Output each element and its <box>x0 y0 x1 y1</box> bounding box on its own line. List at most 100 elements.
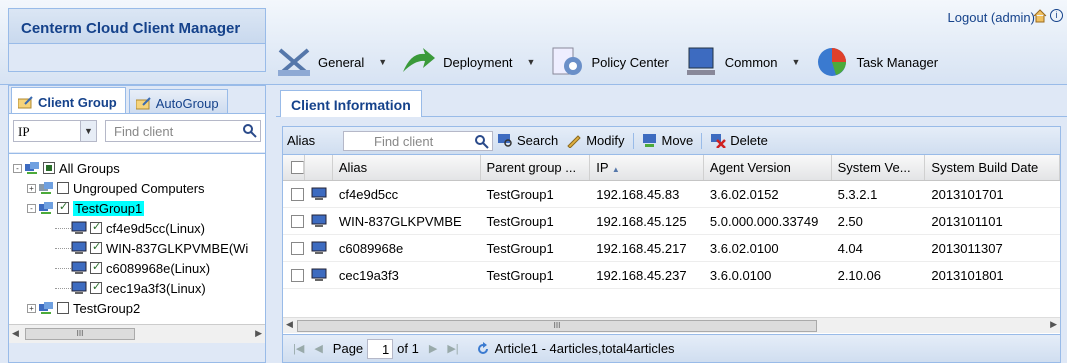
cell-parent-group: TestGroup1 <box>486 241 554 256</box>
tree-checkbox[interactable] <box>90 240 102 254</box>
left-search-bar: IP ▼ Find client <box>9 114 265 152</box>
column-header-ip[interactable]: IP ▲ <box>590 155 704 180</box>
page-label: Page <box>332 341 364 356</box>
expand-icon[interactable]: + <box>27 303 36 313</box>
cell-alias: WIN-837GLKPVMBE <box>338 214 462 229</box>
scroll-right-icon[interactable]: ▶ <box>255 328 262 339</box>
client-grid: Alias Find client Search Modify Move Del… <box>282 126 1061 363</box>
column-header-alias[interactable]: Alias <box>333 155 481 180</box>
tree-node-label: cf4e9d5cc(Linux) <box>106 220 205 236</box>
chevron-down-icon[interactable]: ▼ <box>527 57 536 67</box>
page-number-input[interactable]: 1 <box>367 338 394 359</box>
toolbar-task-manager[interactable]: Task Manager <box>814 46 938 78</box>
tree-checkbox[interactable] <box>57 200 69 214</box>
next-page-icon[interactable]: ▶ <box>429 342 437 355</box>
table-row[interactable]: c6089968e TestGroup1 192.168.45.217 3.6.02.… <box>283 235 1060 262</box>
search-computer-icon <box>498 134 512 147</box>
search-field-select[interactable]: IP ▼ <box>13 120 97 142</box>
scroll-thumb[interactable]: III <box>297 320 817 332</box>
tree-checkbox[interactable] <box>43 162 55 174</box>
tree-node[interactable]: - TestGroup1 <box>27 198 145 218</box>
chevron-down-icon[interactable]: ▼ <box>792 57 801 67</box>
last-page-icon[interactable]: ▶| <box>447 342 458 355</box>
delete-button[interactable]: Delete <box>710 133 768 148</box>
tree-checkbox[interactable] <box>90 280 102 294</box>
row-checkbox[interactable] <box>291 215 304 228</box>
tree-connector <box>55 227 71 229</box>
tree-horizontal-scrollbar[interactable]: ◀ III ▶ <box>9 324 265 343</box>
cell-parent-group: TestGroup1 <box>486 268 554 283</box>
cell-agent-version: 3.6.0.0100 <box>709 268 772 283</box>
select-all-checkbox[interactable] <box>291 161 304 174</box>
logout-link[interactable]: Logout (admin) <box>948 10 1035 25</box>
table-row[interactable]: cec19a3f3 TestGroup1 192.168.45.237 3.6.0.0… <box>283 262 1060 289</box>
folder-edit-icon <box>135 97 151 110</box>
tree-node[interactable]: + TestGroup2 <box>27 298 140 318</box>
chevron-down-icon[interactable]: ▼ <box>378 57 387 67</box>
group-icon <box>39 182 53 194</box>
tree-checkbox[interactable] <box>57 302 69 314</box>
page-of-label: of 1 <box>397 341 419 356</box>
toolbar-general[interactable]: General ▼ <box>276 46 387 78</box>
table-row[interactable]: WIN-837GLKPVMBE TestGroup1 192.168.45.125 5… <box>283 208 1060 235</box>
column-header-agent-version[interactable]: Agent Version <box>704 155 832 180</box>
tree-node[interactable]: c6089968e(Linux) <box>55 258 210 278</box>
search-icon[interactable] <box>474 134 490 150</box>
tab-autogroup[interactable]: AutoGroup <box>128 89 228 113</box>
toolbar-deployment[interactable]: Deployment ▼ <box>401 46 535 78</box>
scroll-thumb[interactable]: III <box>25 328 135 340</box>
first-page-icon[interactable]: |◀ <box>293 342 304 355</box>
chevron-down-icon[interactable]: ▼ <box>80 121 96 141</box>
tree-connector <box>55 247 71 249</box>
grid-find-input[interactable]: Find client <box>343 130 493 151</box>
tab-client-information[interactable]: Client Information <box>280 90 422 117</box>
tree-node-label: Ungrouped Computers <box>73 180 205 196</box>
grid-horizontal-scrollbar[interactable]: ◀ III ▶ <box>283 317 1060 333</box>
column-header-system-build-date[interactable]: System Build Date <box>925 155 1060 180</box>
delete-button-label: Delete <box>730 133 768 148</box>
pager: |◀ ◀ Page 1 of 1 ▶ ▶| Article1 - 4articl… <box>283 334 1060 362</box>
collapse-icon[interactable]: - <box>13 163 22 173</box>
row-checkbox[interactable] <box>291 188 304 201</box>
row-checkbox[interactable] <box>291 242 304 255</box>
app-title: Centerm Cloud Client Manager <box>8 8 266 44</box>
toolbar-separator <box>701 132 703 149</box>
search-button[interactable]: Search <box>497 133 558 148</box>
tree-checkbox[interactable] <box>90 220 102 234</box>
find-client-input[interactable]: Find client <box>105 120 261 142</box>
refresh-icon[interactable] <box>475 341 491 357</box>
move-button[interactable]: Move <box>642 133 693 148</box>
toolbar-policy-center[interactable]: Policy Center <box>549 46 669 78</box>
table-row[interactable]: cf4e9d5cc TestGroup1 192.168.45.83 3.6.02.0… <box>283 181 1060 208</box>
cell-parent-group: TestGroup1 <box>486 214 554 229</box>
home-icon[interactable] <box>1033 9 1047 23</box>
modify-button[interactable]: Modify <box>566 133 625 148</box>
scroll-left-icon[interactable]: ◀ <box>286 319 293 330</box>
scroll-left-icon[interactable]: ◀ <box>12 328 19 339</box>
expand-icon[interactable]: + <box>27 183 36 193</box>
tab-client-group[interactable]: Client Group <box>11 87 126 113</box>
cell-ip: 192.168.45.125 <box>596 214 687 229</box>
group-icon <box>39 202 53 214</box>
toolbar-general-label: General <box>318 54 365 70</box>
prev-page-icon[interactable]: ◀ <box>314 342 322 355</box>
tree-checkbox[interactable] <box>57 182 69 194</box>
info-icon[interactable]: i <box>1050 9 1063 22</box>
tree-node[interactable]: + Ungrouped Computers <box>27 178 205 198</box>
cell-agent-version: 3.6.02.0152 <box>709 187 779 202</box>
tree-node[interactable]: WIN-837GLKPVMBE(Wi <box>55 238 248 258</box>
column-header-system-version[interactable]: System Ve... <box>832 155 926 180</box>
scroll-right-icon[interactable]: ▶ <box>1050 319 1057 330</box>
collapse-icon[interactable]: - <box>27 203 36 213</box>
cell-ip: 192.168.45.83 <box>596 187 680 202</box>
tree-node-label: TestGroup1 <box>73 200 145 216</box>
row-checkbox[interactable] <box>291 269 304 282</box>
row-icon-cell <box>305 208 333 234</box>
tree-node[interactable]: cec19a3f3(Linux) <box>55 278 206 298</box>
column-header-parent-group[interactable]: Parent group ... <box>481 155 591 180</box>
tree-node[interactable]: cf4e9d5cc(Linux) <box>55 218 205 238</box>
toolbar-common[interactable]: Common ▼ <box>683 46 801 78</box>
search-icon[interactable] <box>242 123 258 139</box>
tree-checkbox[interactable] <box>90 260 102 274</box>
tree-node[interactable]: - All Groups <box>13 158 120 178</box>
